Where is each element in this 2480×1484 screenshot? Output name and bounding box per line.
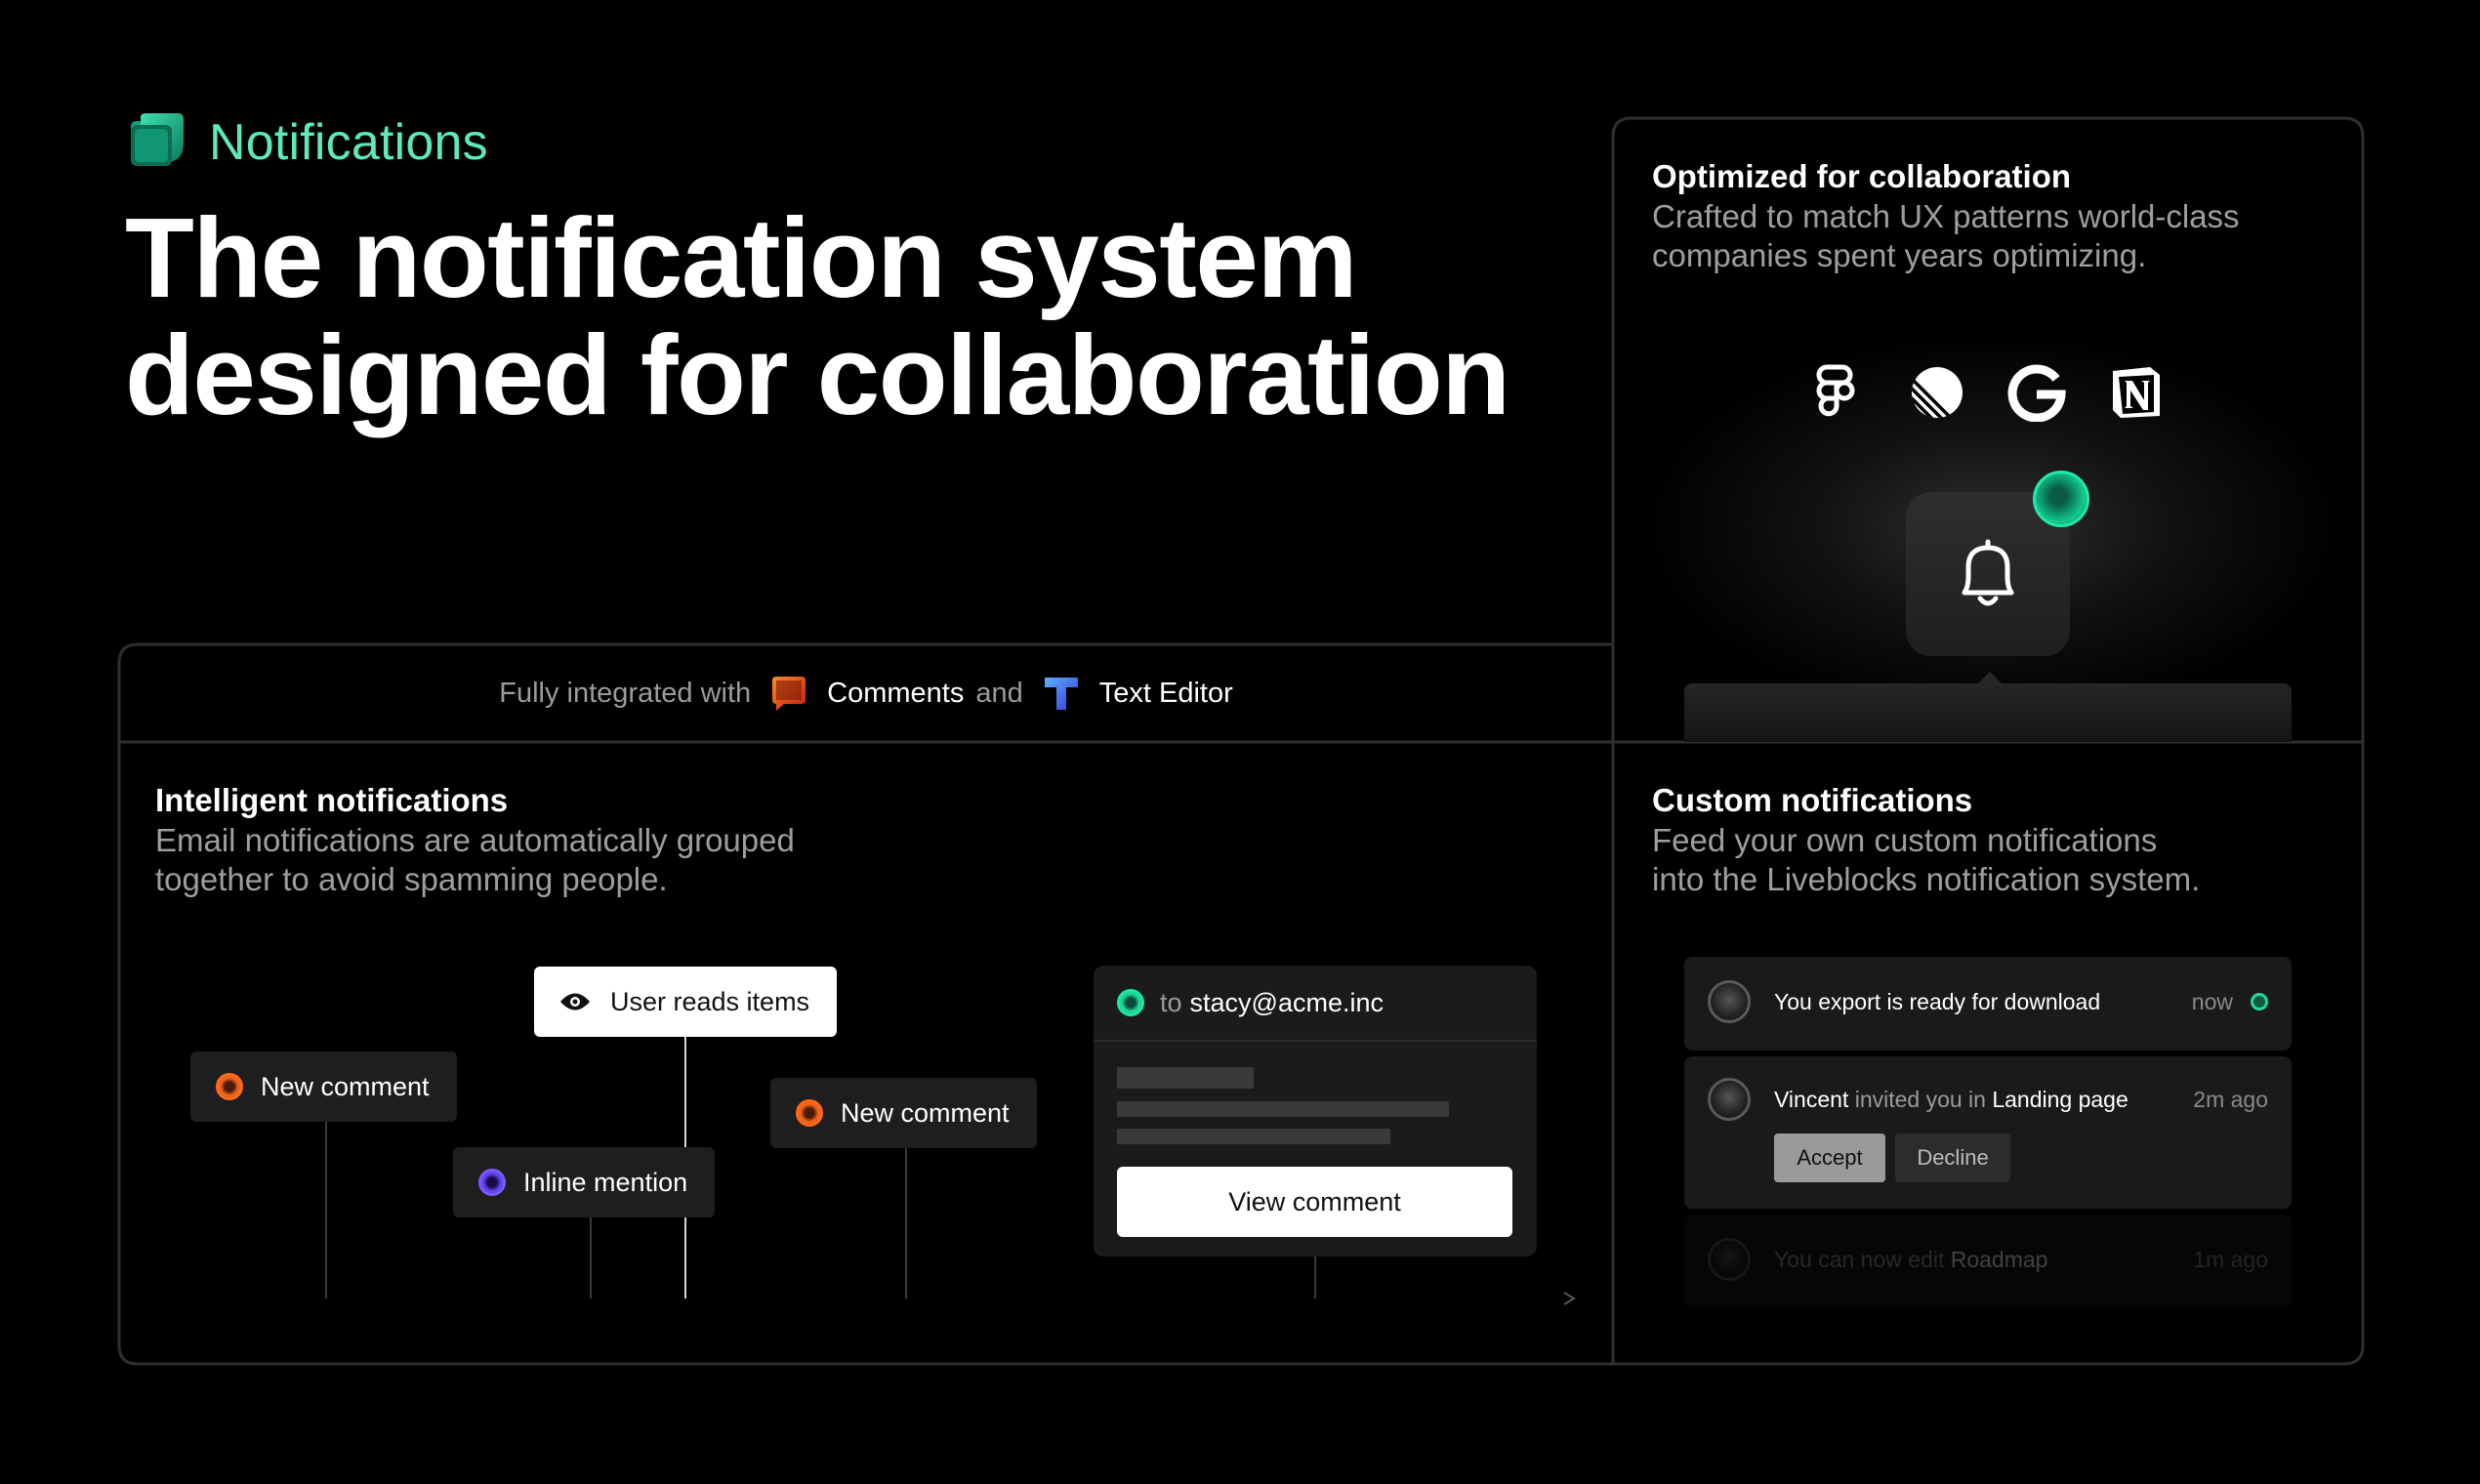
avatar (1708, 1078, 1751, 1121)
timeline-event-new-comment-1: New comment (190, 1051, 457, 1122)
email-skeleton-line (1117, 1129, 1390, 1144)
email-status-dot-icon (1117, 989, 1144, 1016)
notification-text: You export is ready for download (1774, 988, 2101, 1014)
custom-desc-line-1: Feed your own custom notifications (1652, 822, 2158, 858)
notification-middle: invited you in (1854, 1086, 1986, 1112)
notifications-logo-icon (131, 113, 184, 166)
google-icon (2007, 364, 2066, 422)
notification-time: 2m ago (2193, 1086, 2268, 1112)
notion-icon (2113, 367, 2160, 418)
mention-dot-icon (478, 1169, 506, 1196)
notification-prefix: You can now edit (1774, 1246, 1945, 1272)
avatar (1708, 980, 1751, 1023)
headline-line-2: designed for collaboration (125, 311, 1510, 438)
email-skeleton-line (1117, 1101, 1449, 1117)
collaboration-title: Optimized for collaboration (1652, 158, 2072, 194)
figma-icon (1816, 364, 1855, 417)
notification-row: You can now edit Roadmap 1m ago (1708, 1238, 2268, 1281)
accept-button[interactable]: Accept (1774, 1134, 1885, 1182)
notification-popover-panel (1684, 683, 2292, 742)
custom-desc-line-2: into the Liveblocks notification system. (1652, 861, 2201, 897)
intelligent-title: Intelligent notifications (155, 782, 509, 818)
user-reads-items-label: User reads items (610, 986, 810, 1016)
integration-prefix: Fully integrated with (499, 677, 752, 709)
notification-actor: Vincent (1774, 1086, 1849, 1112)
email-header: to stacy@acme.inc (1094, 966, 1537, 1042)
linear-icon (1912, 367, 1963, 418)
notification-item-invite[interactable]: Vincent invited you in Landing page 2m a… (1684, 1056, 2292, 1209)
custom-description: Feed your own custom notifications into … (1652, 821, 2200, 899)
view-comment-button[interactable]: View comment (1117, 1167, 1512, 1237)
event-label: Inline mention (523, 1167, 688, 1197)
email-address: stacy@acme.inc (1189, 987, 1384, 1017)
comments-label: Comments (827, 677, 965, 709)
custom-title: Custom notifications (1652, 782, 1973, 818)
intelligent-description: Email notifications are automatically gr… (155, 821, 795, 899)
avatar (1708, 1238, 1751, 1281)
comment-dot-icon (216, 1073, 243, 1100)
timeline-event-inline-mention: Inline mention (453, 1147, 716, 1217)
text-editor-icon (1044, 678, 1078, 710)
timeline-event-new-comment-2: New comment (770, 1078, 1037, 1148)
unread-indicator-dot (2033, 471, 2089, 527)
collaboration-desc-line-2: companies spent years optimizing. (1652, 237, 2147, 273)
unread-dot-icon (2251, 993, 2268, 1010)
headline-line-1: The notification system (125, 194, 1358, 321)
email-skeleton-line (1117, 1067, 1254, 1089)
notification-time: now (2191, 988, 2233, 1014)
notification-target: Landing page (1992, 1086, 2129, 1112)
integration-bar: Fully integrated with Comments and Text … (119, 644, 1613, 742)
comment-dot-icon (796, 1099, 823, 1127)
email-preview-card: to stacy@acme.inc View comment (1094, 966, 1537, 1257)
page-headline: The notification system designed for col… (125, 194, 1510, 438)
email-to-label: to (1160, 987, 1182, 1017)
notification-item-export[interactable]: You export is ready for download now (1684, 957, 2292, 1051)
comments-icon (772, 677, 806, 711)
eye-icon (560, 993, 590, 1010)
intelligent-desc-line-1: Email notifications are automatically gr… (155, 822, 795, 858)
bell-icon (1962, 539, 2014, 606)
collaboration-description: Crafted to match UX patterns world-class… (1652, 197, 2240, 275)
user-reads-items-chip: User reads items (534, 967, 837, 1037)
text-editor-label: Text Editor (1098, 677, 1233, 709)
integration-joiner: and (975, 677, 1023, 709)
event-label: New comment (261, 1071, 430, 1101)
notification-row: Vincent invited you in Landing page 2m a… (1708, 1078, 2268, 1121)
collaboration-desc-line-1: Crafted to match UX patterns world-class (1652, 198, 2240, 234)
intelligent-desc-line-2: together to avoid spamming people. (155, 861, 668, 897)
notification-time: 1m ago (2193, 1246, 2268, 1272)
notification-item-roadmap[interactable]: You can now edit Roadmap 1m ago (1684, 1215, 2292, 1308)
brand-label: Notifications (209, 114, 488, 171)
notification-row: You export is ready for download now (1708, 980, 2268, 1023)
notification-target: Roadmap (1950, 1246, 2048, 1272)
decline-button[interactable]: Decline (1895, 1134, 2010, 1182)
event-label: New comment (841, 1097, 1010, 1128)
